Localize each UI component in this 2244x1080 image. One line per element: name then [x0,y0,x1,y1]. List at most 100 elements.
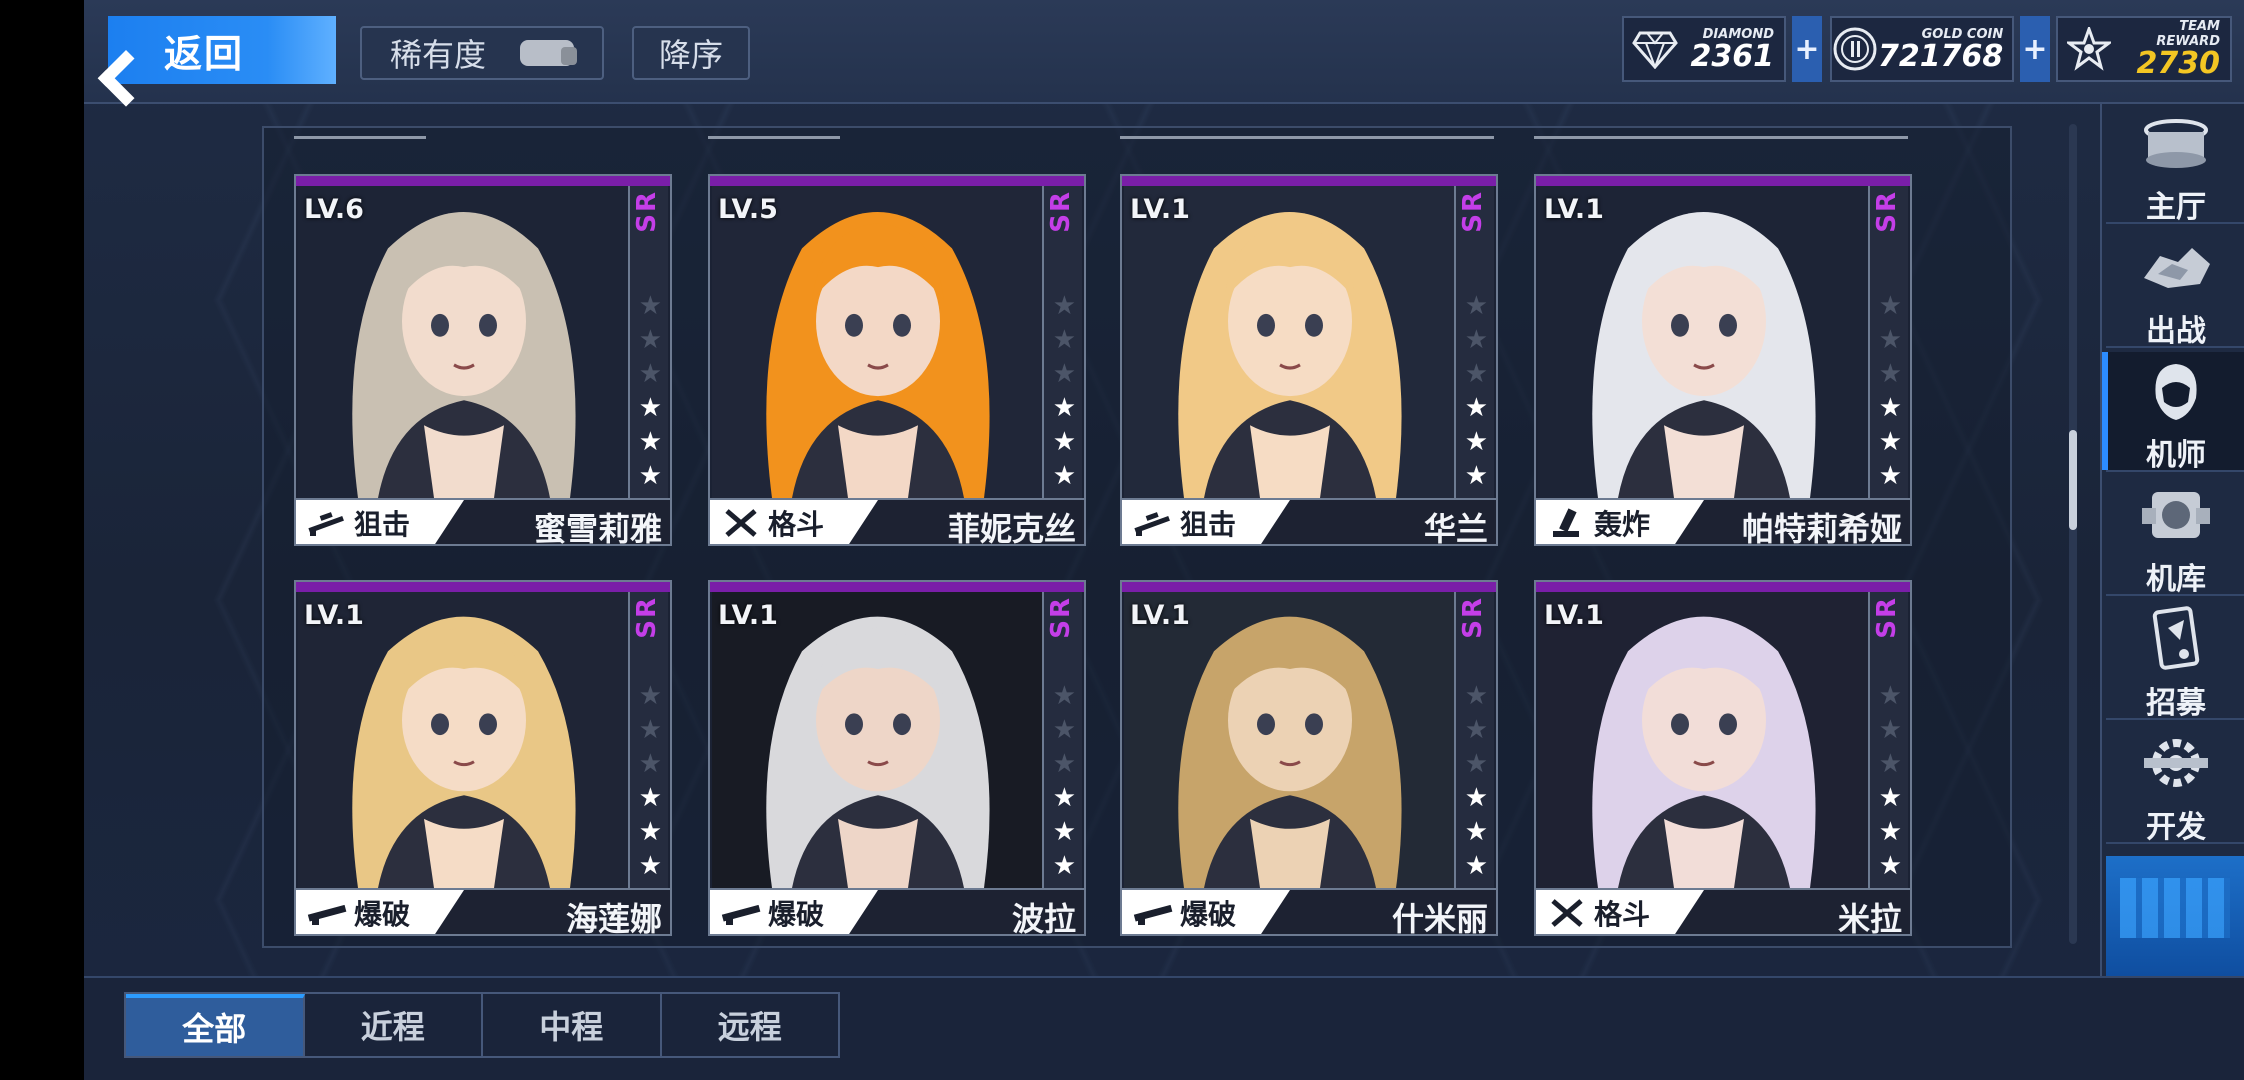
star-empty-icon: ★ [638,325,662,355]
pilot-level: LV.1 [1130,600,1190,631]
star-empty-icon: ★ [638,359,662,389]
star-filled-icon: ★ [638,427,662,457]
pilot-level: LV.1 [1544,194,1604,225]
tab-mid-range[interactable]: 中程 [483,994,662,1056]
pilot-portrait [1538,186,1870,498]
star-empty-icon: ★ [638,715,662,745]
pilot-level: LV.1 [304,600,364,631]
star-empty-icon: ★ [1052,291,1076,321]
left-border [0,0,84,1080]
pilot-name: 米拉 [1837,900,1902,936]
diamond-counter: DIAMOND 2361 [1622,16,1786,82]
pilot-name: 什米丽 [1391,900,1488,936]
rarity-stripe [1536,176,1910,186]
star-filled-icon: ★ [1464,427,1488,457]
star-rating: ★ ★ ★ ★ ★ ★ [1879,292,1902,490]
diamond-value: 2361 [1690,38,1775,74]
hangar-icon [2142,492,2210,538]
star-rating: ★ ★ ★ ★ ★ ★ [1465,292,1488,490]
pilot-card-footer: 狙击 蜜雪莉雅 [296,498,670,544]
tab-all[interactable]: 全部 [126,994,305,1056]
pilot-card[interactable]: LV.1 SR ★ ★ ★ ★ ★ ★ 狙击 华兰 [1120,174,1498,546]
rarity-stripe [296,582,670,592]
pilot-card-footer: 格斗 米拉 [1536,888,1910,936]
pilot-card[interactable]: LV.1 SR ★ ★ ★ ★ ★ ★ 爆破 波拉 [708,580,1086,936]
pilot-type-label: 格斗 [768,508,825,541]
range-filter-tabs: 全部 近程 中程 远程 [124,992,840,1058]
rarity-stripe [1122,176,1496,186]
star-empty-icon: ★ [638,291,662,321]
pilot-type-tag: 狙击 [296,500,464,544]
pilot-card[interactable]: LV.1 SR ★ ★ ★ ★ ★ ★ 爆破 什米丽 [1120,580,1498,936]
pilot-type-label: 轰炸 [1594,508,1651,541]
tab-long-range[interactable]: 远程 [662,994,839,1056]
pilot-card[interactable]: LV.1 SR ★ ★ ★ ★ ★ ★ 格斗 米拉 [1534,580,1912,936]
rarity-badge: SR [1458,190,1488,233]
pilot-level: LV.1 [1130,194,1190,225]
nav-label-hangar: 机库 [2146,562,2206,597]
pilot-card[interactable]: LV.6 SR ★ ★ ★ ★ ★ ★ 狙击 蜜雪莉雅 [294,174,672,546]
add-gold-button[interactable]: + [2020,16,2050,82]
pilot-portrait [712,592,1044,888]
pilot-card[interactable]: LV.1 SR ★ ★ ★ ★ ★ ★ 爆破 海莲娜 [294,580,672,936]
pilot-card-footer: 爆破 海莲娜 [296,888,670,936]
pilot-level: LV.5 [718,194,778,225]
star-empty-icon: ★ [1464,359,1488,389]
nav-label-develop: 开发 [2146,810,2206,845]
star-rating: ★ ★ ★ ★ ★ ★ [1053,292,1076,490]
rarity-stripe [1536,582,1910,592]
sort-order-button[interactable]: 降序 [632,26,750,80]
row-divider [294,136,426,139]
nav-item-recruit[interactable]: 招募 [2106,600,2244,721]
star-filled-icon: ★ [1878,817,1902,847]
pilot-name: 海莲娜 [565,900,662,936]
nav-item-hangar[interactable]: 机库 [2106,476,2244,597]
sniper-rifle-icon [306,507,348,539]
crossed-swords-icon [720,507,762,539]
back-button[interactable]: 返回 [108,16,336,84]
star-empty-icon: ★ [638,749,662,779]
row-divider [1120,136,1494,139]
gold-coin-value: 721768 [1878,38,2004,74]
star-filled-icon: ★ [638,783,662,813]
pilot-card[interactable]: LV.1 SR ★ ★ ★ ★ ★ ★ 轰炸 帕特莉希娅 [1534,174,1912,546]
add-diamond-button[interactable]: + [1792,16,1822,82]
star-empty-icon: ★ [1878,681,1902,711]
pilot-portrait [712,186,1044,498]
rarity-filter-button[interactable]: 稀有度 [360,26,604,80]
star-filled-icon: ★ [1052,817,1076,847]
pilot-type-label: 爆破 [768,898,825,931]
pilot-card[interactable]: LV.5 SR ★ ★ ★ ★ ★ ★ 格斗 菲妮克丝 [708,174,1086,546]
rifle-icon [720,897,762,929]
star-rating: ★ ★ ★ ★ ★ ★ [1465,682,1488,880]
star-empty-icon: ★ [1464,681,1488,711]
tab-short-range[interactable]: 近程 [305,994,483,1056]
game-screen: 返回 稀有度 降序 DIAMOND 2361 + GOLD COIN 72176… [84,0,2244,1080]
nav-item-sortie[interactable]: 出战 [2106,228,2244,349]
rarity-stripe [710,582,1084,592]
pilot-name: 菲妮克丝 [947,510,1076,546]
scroll-thumb[interactable] [2069,430,2077,530]
star-empty-icon: ★ [1052,715,1076,745]
rarity-badge: SR [1046,190,1076,233]
grid-scrollbar[interactable] [2069,124,2077,944]
rarity-badge: SR [1872,190,1902,233]
star-filled-icon: ★ [1878,783,1902,813]
rarity-filter-label: 稀有度 [389,36,486,74]
star-empty-icon: ★ [638,681,662,711]
minimap-thumbnail[interactable] [2106,856,2244,976]
nav-item-hall[interactable]: 主厅 [2106,104,2244,225]
rarity-badge: SR [1458,596,1488,639]
rarity-stripe [710,176,1084,186]
gold-coin-icon [1832,18,1878,80]
sniper-rifle-icon [1132,507,1174,539]
star-filled-icon: ★ [1464,851,1488,881]
nav-label-recruit: 招募 [2146,686,2206,721]
side-navigation: 主厅 出战 机师 机库 招募 开发 [2100,104,2244,976]
nav-item-develop[interactable]: 开发 [2106,724,2244,845]
nav-item-pilot[interactable]: 机师 [2102,352,2244,473]
star-rating: ★ ★ ★ ★ ★ ★ [1053,682,1076,880]
star-badge-icon [2058,18,2120,80]
star-rating: ★ ★ ★ ★ ★ ★ [1879,682,1902,880]
pilot-type-label: 爆破 [1180,898,1237,931]
